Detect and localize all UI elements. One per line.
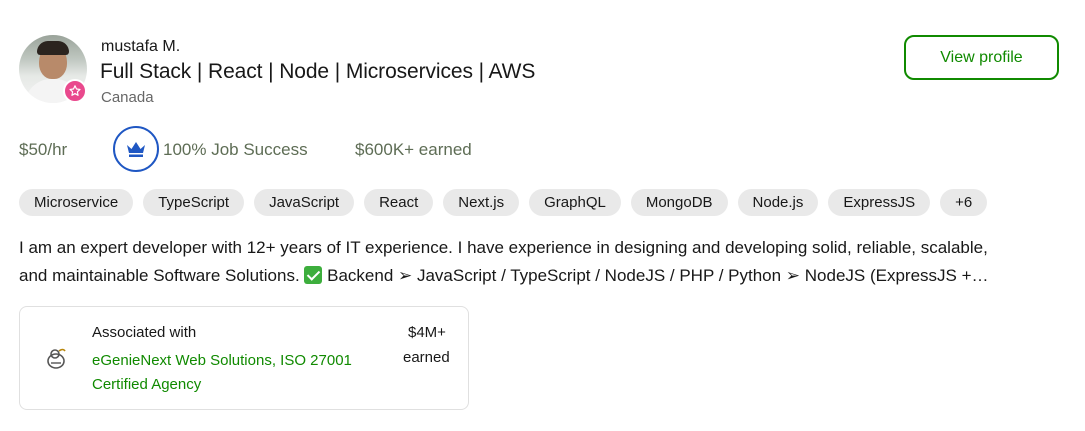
profile-title[interactable]: Full Stack | React | Node | Microservice… bbox=[100, 60, 535, 84]
view-profile-button[interactable]: View profile bbox=[904, 35, 1059, 80]
freelancer-name[interactable]: mustafa M. bbox=[101, 38, 180, 56]
skill-chip[interactable]: React bbox=[364, 189, 434, 216]
skill-chip[interactable]: TypeScript bbox=[143, 189, 245, 216]
crown-icon bbox=[113, 126, 159, 172]
skill-chip[interactable]: MongoDB bbox=[630, 189, 728, 216]
skill-chip[interactable]: Next.js bbox=[443, 189, 520, 216]
location-text: Canada bbox=[101, 89, 154, 106]
more-skills-chip[interactable]: +6 bbox=[940, 189, 988, 216]
skills-list: Microservice TypeScript JavaScript React… bbox=[19, 189, 988, 216]
description-text: and maintainable Software Solutions. bbox=[19, 266, 305, 285]
skill-chip[interactable]: Microservice bbox=[19, 189, 134, 216]
description-line-1: I am an expert developer with 12+ years … bbox=[19, 238, 988, 257]
agency-card: Associated with eGenieNext Web Solutions… bbox=[19, 306, 469, 410]
agency-earnings-label: earned bbox=[403, 349, 450, 366]
agency-logo-icon bbox=[43, 345, 69, 371]
skill-chip[interactable]: GraphQL bbox=[529, 189, 621, 216]
profile-description[interactable]: I am an expert developer with 12+ years … bbox=[19, 234, 1064, 290]
avatar-container[interactable] bbox=[19, 35, 87, 103]
checkmark-icon bbox=[304, 266, 323, 284]
associated-with-label: Associated with bbox=[92, 324, 197, 341]
description-line-2: and maintainable Software Solutions. Bac… bbox=[19, 262, 1064, 290]
skill-chip[interactable]: Node.js bbox=[737, 189, 819, 216]
job-success-score: 100% Job Success bbox=[163, 140, 308, 159]
star-badge-icon bbox=[63, 79, 87, 103]
total-earned: $600K+ earned bbox=[355, 140, 472, 159]
skill-chip[interactable]: JavaScript bbox=[254, 189, 355, 216]
hourly-rate: $50/hr bbox=[19, 140, 68, 159]
skill-chip[interactable]: ExpressJS bbox=[828, 189, 931, 216]
agency-earnings-amount: $4M+ bbox=[408, 324, 446, 341]
agency-name-link[interactable]: eGenieNext Web Solutions, ISO 27001 Cert… bbox=[92, 349, 392, 397]
description-text: Backend ➢ JavaScript / TypeScript / Node… bbox=[322, 266, 989, 285]
